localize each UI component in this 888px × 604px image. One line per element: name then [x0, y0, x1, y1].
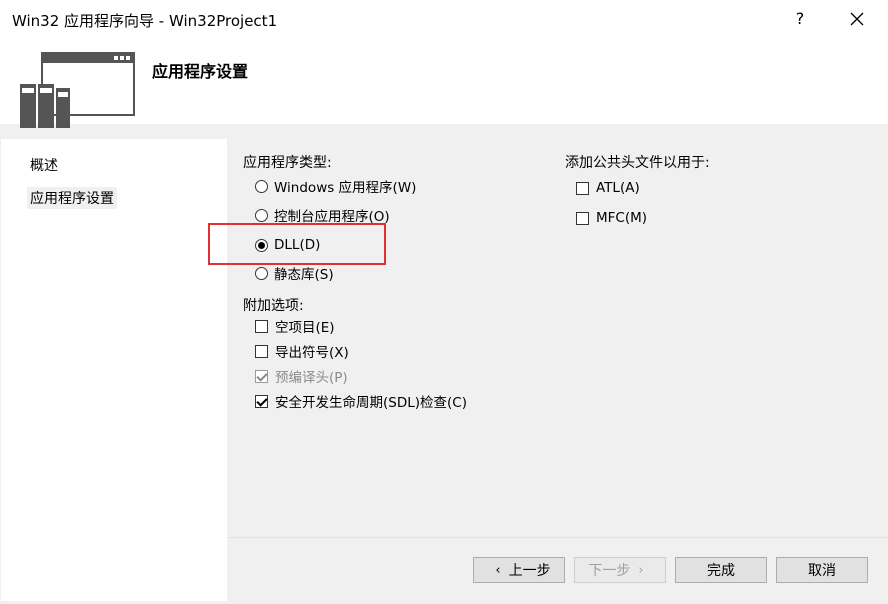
radio-label: 静态库(S) — [274, 267, 334, 283]
checkbox-sdl-checks[interactable]: 安全开发生命周期(SDL)检查(C) — [255, 391, 467, 411]
finish-button[interactable]: 完成 — [675, 557, 767, 583]
cancel-button[interactable]: 取消 — [776, 557, 868, 583]
radio-static-lib[interactable]: 静态库(S) — [255, 263, 334, 283]
extra-options-label: 附加选项: — [243, 298, 304, 314]
server-window-icon — [20, 52, 135, 128]
radio-windows-app[interactable]: Windows 应用程序(W) — [255, 176, 416, 196]
checkbox-label: 安全开发生命周期(SDL)检查(C) — [275, 395, 467, 411]
checkbox-label: ATL(A) — [596, 180, 640, 196]
checkbox-atl[interactable]: ATL(A) — [576, 178, 640, 198]
chevron-right-icon: › — [638, 562, 644, 578]
radio-indicator — [255, 179, 268, 193]
next-button-label: 下一步 — [588, 563, 631, 579]
close-icon — [850, 12, 864, 26]
title-bar: Win32 应用程序向导 - Win32Project1 ? — [0, 0, 888, 38]
chevron-left-icon: ‹ — [495, 562, 501, 578]
checkbox-indicator — [255, 344, 268, 358]
radio-console-app[interactable]: 控制台应用程序(O) — [255, 205, 390, 225]
checkbox-label: 导出符号(X) — [275, 345, 349, 361]
radio-indicator — [255, 208, 268, 222]
close-button[interactable] — [843, 6, 871, 32]
window-title: Win32 应用程序向导 - Win32Project1 — [12, 12, 278, 30]
prev-button[interactable]: ‹ 上一步 — [473, 557, 565, 583]
wizard-header: 应用程序设置 — [0, 38, 888, 128]
finish-button-label: 完成 — [707, 563, 735, 579]
sidebar-item-app-settings[interactable]: 应用程序设置 — [27, 187, 117, 209]
common-headers-label: 添加公共头文件以用于: — [565, 155, 710, 171]
checkbox-empty-project[interactable]: 空项目(E) — [255, 316, 335, 336]
checkbox-indicator — [255, 369, 268, 383]
prev-button-label: 上一步 — [508, 563, 551, 579]
cancel-button-label: 取消 — [808, 563, 836, 579]
checkbox-label: MFC(M) — [596, 210, 648, 226]
page-title: 应用程序设置 — [152, 62, 249, 81]
button-separator — [228, 537, 888, 538]
help-button[interactable]: ? — [788, 6, 812, 32]
checkbox-precompiled-header: 预编译头(P) — [255, 366, 348, 386]
checkbox-indicator — [255, 319, 268, 333]
app-type-label: 应用程序类型: — [243, 155, 332, 171]
checkbox-indicator — [255, 394, 268, 408]
next-button: 下一步 › — [574, 557, 666, 583]
radio-indicator — [255, 266, 268, 280]
checkbox-mfc[interactable]: MFC(M) — [576, 208, 647, 228]
radio-label: Windows 应用程序(W) — [274, 180, 417, 196]
checkbox-export-symbols[interactable]: 导出符号(X) — [255, 341, 349, 361]
radio-label: 控制台应用程序(O) — [274, 209, 390, 225]
highlight-box — [208, 223, 386, 265]
checkbox-label: 空项目(E) — [275, 320, 335, 336]
checkbox-indicator — [576, 181, 589, 195]
sidebar-item-overview[interactable]: 概述 — [30, 155, 58, 175]
checkbox-label: 预编译头(P) — [275, 370, 348, 386]
checkbox-indicator — [576, 211, 589, 225]
settings-panel: 应用程序类型: Windows 应用程序(W) 控制台应用程序(O) DLL(D… — [228, 139, 888, 604]
sidebar: 概述 应用程序设置 — [1, 139, 227, 601]
